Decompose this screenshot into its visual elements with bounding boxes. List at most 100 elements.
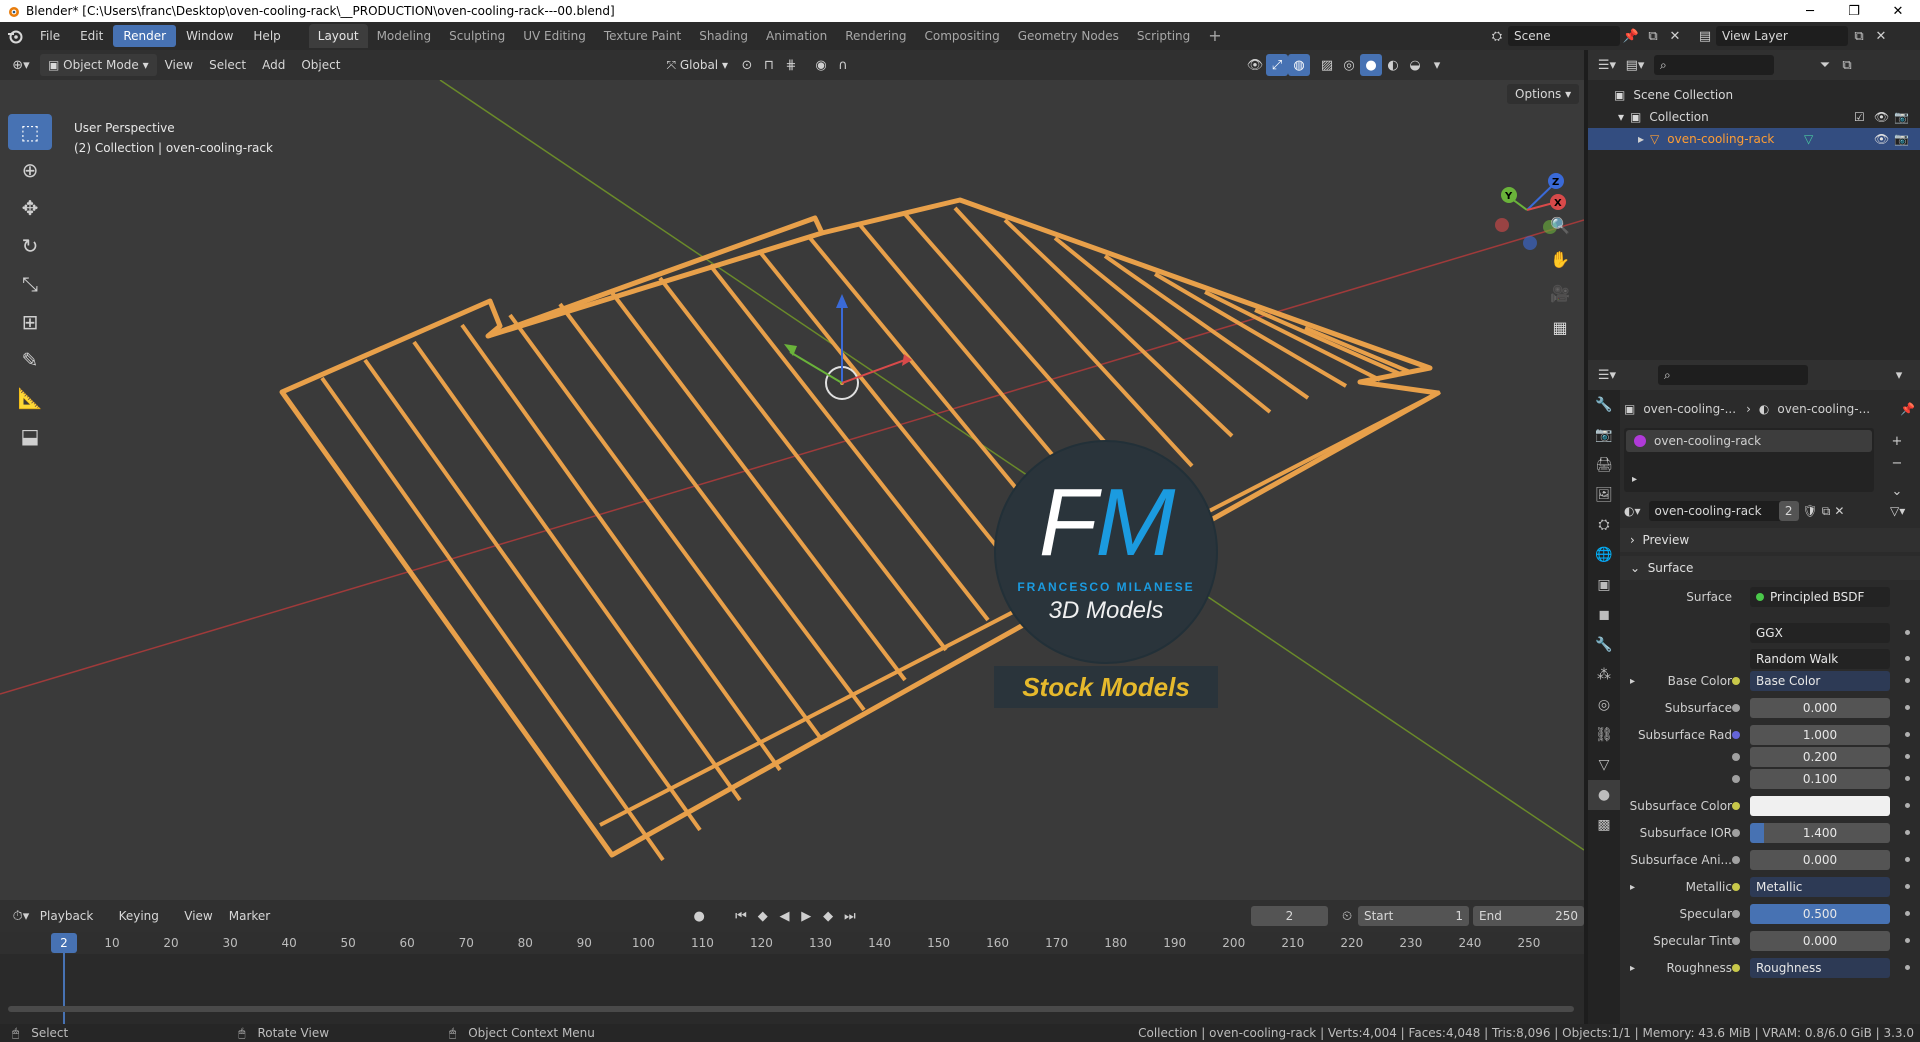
transform-tool-icon[interactable]: ⊞ xyxy=(8,304,52,340)
exclude-checkbox-icon[interactable]: ☑ xyxy=(1854,110,1865,124)
tab-geometry-nodes[interactable]: Geometry Nodes xyxy=(1009,24,1128,48)
render-tab-icon[interactable]: 📷 xyxy=(1588,420,1620,450)
measure-tool-icon[interactable]: 📐 xyxy=(8,380,52,416)
editor-type-icon[interactable]: ⊕▾ xyxy=(10,54,32,76)
property-value-field[interactable]: 0.200 xyxy=(1750,747,1890,767)
rotate-tool-icon[interactable]: ↻ xyxy=(8,228,52,264)
add-slot-icon[interactable]: + xyxy=(1886,430,1908,452)
socket-icon[interactable] xyxy=(1732,910,1740,918)
tab-rendering[interactable]: Rendering xyxy=(836,24,915,48)
tab-animation[interactable]: Animation xyxy=(757,24,836,48)
keyframe-dot-icon[interactable] xyxy=(1905,732,1910,737)
xray-icon[interactable]: ▨ xyxy=(1316,54,1338,76)
keyframe-dot-icon[interactable] xyxy=(1905,705,1910,710)
property-value-field[interactable]: 0.000 xyxy=(1750,850,1890,870)
3d-viewport[interactable]: Z Y X Options ▾ User Perspective (2) Col… xyxy=(0,80,1584,900)
tab-layout[interactable]: Layout xyxy=(308,24,368,48)
keyframe-dot-icon[interactable] xyxy=(1905,776,1910,781)
end-frame-field[interactable]: End 250 xyxy=(1473,906,1585,926)
preview-section[interactable]: › Preview xyxy=(1620,528,1920,552)
properties-search-icon[interactable]: ⌕ xyxy=(1658,365,1808,385)
new-scene-icon[interactable]: ⧉ xyxy=(1642,25,1664,47)
clock-icon[interactable]: ⏲ xyxy=(1336,905,1358,927)
expand-arrow-icon[interactable]: ▸ xyxy=(1630,882,1635,893)
visibility-eye-icon[interactable]: 👁 xyxy=(1874,110,1889,124)
socket-icon[interactable] xyxy=(1732,937,1740,945)
playhead[interactable]: 2 xyxy=(51,933,77,953)
minimize-icon[interactable]: ─ xyxy=(1788,0,1832,22)
fake-user-icon[interactable]: 🛡 xyxy=(1803,504,1818,518)
collection-row[interactable]: ▾ ▣ Collection ☑ 👁 📷 xyxy=(1588,106,1920,128)
socket-icon[interactable] xyxy=(1732,964,1740,972)
expand-arrow-icon[interactable]: ▸ xyxy=(1630,963,1635,974)
socket-icon[interactable] xyxy=(1732,704,1740,712)
scene-collection-row[interactable]: ▣ Scene Collection xyxy=(1588,84,1920,106)
slot-menu-icon[interactable]: ⌄ xyxy=(1886,480,1908,502)
tab-shading[interactable]: Shading xyxy=(690,24,757,48)
play-icon[interactable]: ▶ xyxy=(795,905,817,927)
socket-icon[interactable] xyxy=(1732,775,1740,783)
jump-end-icon[interactable]: ⏭ xyxy=(839,905,861,927)
scene-icon[interactable]: ⛭ xyxy=(1486,25,1508,47)
socket-icon[interactable] xyxy=(1732,883,1740,891)
expand-arrow-icon[interactable]: ▾ xyxy=(1618,110,1624,124)
new-view-layer-icon[interactable]: ⧉ xyxy=(1848,25,1870,47)
menu-timeline-view[interactable]: View xyxy=(176,905,220,927)
menu-window[interactable]: Window xyxy=(176,25,243,47)
property-value-field[interactable]: 0.500 xyxy=(1750,904,1890,924)
keyframe-dot-icon[interactable] xyxy=(1905,965,1910,970)
tool-tab-icon[interactable]: 🔧 xyxy=(1588,390,1620,420)
current-frame-field[interactable]: 2 xyxy=(1250,906,1329,926)
material-browse-icon[interactable]: ◐▾ xyxy=(1624,504,1641,518)
transform-orientation-dropdown[interactable]: ⤧ Global ▾ xyxy=(658,54,736,76)
scale-tool-icon[interactable]: ⤡ xyxy=(8,266,52,302)
keyframe-dot-icon[interactable] xyxy=(1905,830,1910,835)
remove-slot-icon[interactable]: − xyxy=(1886,452,1908,474)
menu-edit[interactable]: Edit xyxy=(70,25,113,47)
keyframe-dot-icon[interactable] xyxy=(1905,884,1910,889)
keyframe-dot-icon[interactable] xyxy=(1905,938,1910,943)
material-name-field[interactable]: oven-cooling-rack 2 xyxy=(1648,501,1799,521)
menu-playback[interactable]: Playback ▾ xyxy=(32,905,111,945)
object-row[interactable]: ▸ ▽ oven-cooling-rack ▽ 👁 📷 xyxy=(1588,128,1920,150)
keyframe-dot-icon[interactable] xyxy=(1905,678,1910,683)
surface-shader-field[interactable]: Principled BSDF xyxy=(1750,587,1890,607)
view-layer-tab-icon[interactable]: 🖼 xyxy=(1588,480,1620,510)
expand-arrow-icon[interactable]: ▸ xyxy=(1632,474,1637,485)
delete-view-layer-icon[interactable]: ✕ xyxy=(1870,25,1892,47)
menu-marker[interactable]: Marker xyxy=(221,905,278,927)
keyframe-dot-icon[interactable] xyxy=(1905,857,1910,862)
scene-field[interactable]: Scene xyxy=(1508,26,1620,46)
menu-file[interactable]: File xyxy=(30,25,70,47)
modifier-tab-icon[interactable]: 🔧 xyxy=(1588,630,1620,660)
material-tab-icon[interactable]: ● xyxy=(1588,780,1620,810)
property-value-field[interactable]: 1.000 xyxy=(1750,725,1890,745)
visibility-eye-icon[interactable]: 👁 xyxy=(1874,132,1889,146)
expand-arrow-icon[interactable]: ▸ xyxy=(1638,132,1644,146)
camera-view-icon[interactable]: 🎥 xyxy=(1545,278,1575,308)
mesh-data-icon[interactable]: ▽ xyxy=(1804,132,1813,146)
constraints-tab-icon[interactable]: ⛓ xyxy=(1588,720,1620,750)
output-tab-icon[interactable]: 🖨 xyxy=(1588,450,1620,480)
object-tab-icon[interactable]: ◼ xyxy=(1588,600,1620,630)
shading-options-icon[interactable]: ▾ xyxy=(1426,54,1448,76)
keyframe-dot-icon[interactable] xyxy=(1905,803,1910,808)
property-value-field[interactable]: Metallic xyxy=(1750,877,1890,897)
texture-tab-icon[interactable]: ▩ xyxy=(1588,810,1620,840)
jump-key-back-icon[interactable]: ◆ xyxy=(752,905,774,927)
timeline-editor-icon[interactable]: ⏱▾ xyxy=(10,905,32,927)
outliner-editor-icon[interactable]: ☰▾ xyxy=(1596,54,1618,76)
falloff-icon[interactable]: ∩ xyxy=(832,54,854,76)
maximize-icon[interactable]: ❐ xyxy=(1832,0,1876,22)
tab-uv-editing[interactable]: UV Editing xyxy=(514,24,595,48)
timeline-scrollbar[interactable] xyxy=(8,1006,1574,1012)
world-tab-icon[interactable]: 🌐 xyxy=(1588,540,1620,570)
scene-tab-icon[interactable]: ⛭ xyxy=(1588,510,1620,540)
ortho-grid-icon[interactable]: ▦ xyxy=(1545,312,1575,342)
menu-keying[interactable]: Keying ▾ xyxy=(111,905,177,945)
shading-wireframe-icon[interactable]: ◎ xyxy=(1338,54,1360,76)
property-value-field[interactable]: 0.000 xyxy=(1750,698,1890,718)
render-camera-icon[interactable]: 📷 xyxy=(1894,132,1909,146)
record-icon[interactable]: ● xyxy=(688,905,710,927)
options-chevron-icon[interactable]: ▾ xyxy=(1888,364,1910,386)
